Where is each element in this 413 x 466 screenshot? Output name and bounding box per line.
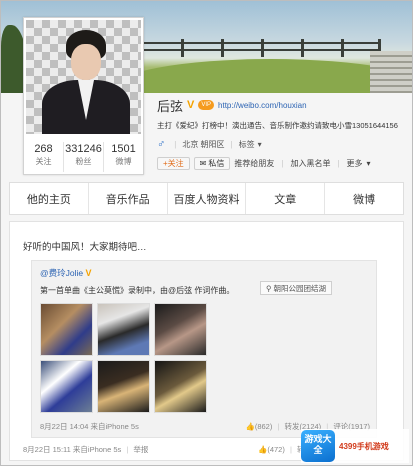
photo-thumbnail[interactable]	[40, 360, 93, 413]
profile-tabs: 他的主页 音乐作品 百度人物资料 文章 微博	[9, 182, 404, 215]
message-button[interactable]: ✉ 私信	[193, 157, 231, 170]
action-row: +关注 ✉ 私信 推荐给朋友 | 加入黑名单 | 更多 ▾	[157, 157, 412, 170]
avatar[interactable]	[26, 20, 141, 134]
photo-thumbnail[interactable]	[97, 360, 150, 413]
cover-stairs	[370, 51, 412, 93]
verified-icon: V	[85, 268, 92, 278]
watermark-logo: 游戏大全	[301, 430, 335, 462]
meta-row: ♂ | 北京 朝阳区 | 标签 ▾	[157, 138, 262, 150]
weibo-feed: 好听的中国风！大家期待吧… @费玲Jolie V 第一首单曲《主公莫慌》录制中，…	[9, 221, 404, 461]
tags-link[interactable]: 标签	[239, 139, 255, 150]
like-icon[interactable]: 👍	[258, 445, 267, 454]
profile-stats: 268 关注 331246 粉丝 1501 微博	[24, 142, 143, 172]
profile-intro: 主打《爱纪》打榜中！演出通告、音乐制作邀约请致电小雪13051644156	[157, 121, 398, 130]
male-icon: ♂	[157, 138, 166, 150]
repost-author[interactable]: @费玲Jolie V	[40, 267, 92, 279]
profile-info: 后弦 V VIP http://weibo.com/houxian 主打《爱纪》…	[157, 97, 412, 170]
stat-fans[interactable]: 331246 粉丝	[64, 142, 104, 172]
vip-badge[interactable]: VIP	[198, 100, 215, 110]
post-like-count[interactable]: (472)	[267, 445, 285, 454]
profile-url-link[interactable]: http://weibo.com/houxian	[218, 101, 307, 110]
repost-source: 来自iPhone 5s	[90, 422, 139, 431]
stat-weibo[interactable]: 1501 微博	[104, 142, 143, 172]
location-pin-icon: ⚲	[266, 283, 272, 293]
chevron-down-icon[interactable]: ▾	[258, 140, 262, 149]
repost-box: @费玲Jolie V 第一首单曲《主公莫慌》录制中，由@后弦 作词作曲。 ⚲ 朝…	[31, 260, 377, 438]
post-source: 来自iPhone 5s	[72, 445, 122, 454]
photo-thumbnail[interactable]	[154, 360, 207, 413]
repost-author-name: @费玲Jolie	[40, 268, 84, 278]
stat-fans-label: 粉丝	[75, 157, 92, 166]
verified-icon[interactable]: V	[187, 99, 194, 111]
repost-time[interactable]: 8月22日 14:04	[40, 422, 88, 431]
location-text[interactable]: 北京 朝阳区	[182, 139, 224, 150]
name-row: 后弦 V VIP http://weibo.com/houxian	[157, 97, 412, 114]
tab-weibo[interactable]: 微博	[325, 183, 403, 214]
photo-thumbnail[interactable]	[154, 303, 207, 356]
tab-articles[interactable]: 文章	[246, 183, 326, 214]
recommend-link[interactable]: 推荐给朋友	[234, 158, 274, 169]
like-icon[interactable]: 👍	[245, 422, 254, 431]
post-text: 好听的中国风！大家期待吧…	[23, 242, 147, 253]
chevron-down-icon[interactable]: ▾	[367, 159, 371, 168]
follow-button[interactable]: +关注	[157, 157, 190, 170]
tab-home[interactable]: 他的主页	[10, 183, 89, 214]
tab-music[interactable]: 音乐作品	[89, 183, 168, 214]
stat-following[interactable]: 268 关注	[24, 142, 64, 172]
location-tag[interactable]: ⚲ 朝阳公园团结湖	[260, 281, 332, 295]
more-link[interactable]: 更多	[347, 158, 363, 169]
watermark: 游戏大全 4399手机游戏	[301, 429, 409, 463]
location-tag-label: 朝阳公园团结湖	[273, 283, 327, 293]
mail-icon: ✉	[199, 159, 207, 168]
photo-thumbnail[interactable]	[97, 303, 150, 356]
weibo-profile-page: 268 关注 331246 粉丝 1501 微博 后弦 V VIP http:/…	[0, 0, 413, 466]
watermark-text: 4399手机游戏	[339, 441, 389, 451]
cover-fence	[141, 39, 381, 57]
avatar-card: 268 关注 331246 粉丝 1501 微博	[23, 17, 144, 175]
post-time[interactable]: 8月22日 15:11	[23, 445, 71, 454]
profile-name: 后弦	[157, 98, 184, 114]
report-link[interactable]: 举报	[133, 445, 148, 454]
message-button-label: 私信	[208, 159, 225, 168]
stat-fans-count: 331246	[65, 143, 102, 155]
stat-following-count: 268	[34, 143, 53, 155]
repost-like-count[interactable]: (862)	[255, 422, 273, 431]
repost-text: 第一首单曲《主公莫慌》录制中，由@后弦 作词作曲。	[40, 286, 235, 295]
cover-hill	[111, 59, 412, 93]
blacklist-link[interactable]: 加入黑名单	[290, 158, 330, 169]
stat-weibo-label: 微博	[115, 157, 132, 166]
stat-following-label: 关注	[35, 157, 52, 166]
tab-baidu-profile[interactable]: 百度人物资料	[168, 183, 247, 214]
stat-weibo-count: 1501	[111, 143, 136, 155]
photo-thumbnail[interactable]	[40, 303, 93, 356]
